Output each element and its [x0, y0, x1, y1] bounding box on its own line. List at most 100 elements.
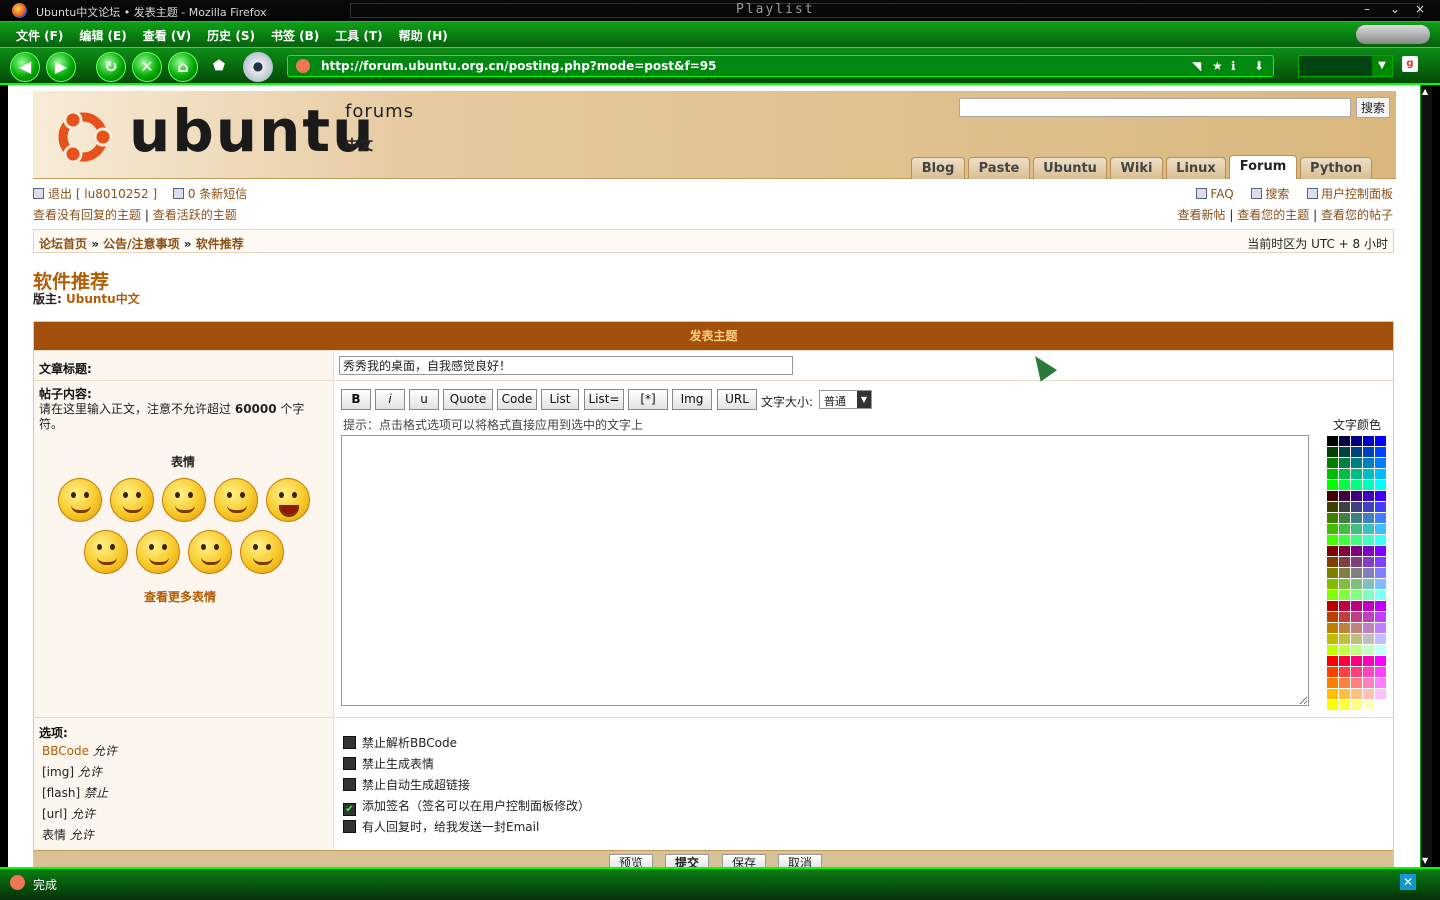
color-swatch[interactable]	[1351, 546, 1362, 556]
emoticon-think-icon[interactable]	[188, 530, 232, 574]
search-dropdown-icon[interactable]: ▼	[1372, 56, 1392, 76]
color-swatch[interactable]	[1375, 623, 1386, 633]
emoticon-dizzy-icon[interactable]	[240, 530, 284, 574]
color-swatch[interactable]	[1375, 689, 1386, 699]
color-swatch[interactable]	[1363, 634, 1374, 644]
menu-file[interactable]: 文件 (F)	[8, 22, 71, 44]
color-swatch[interactable]	[1339, 557, 1350, 567]
color-swatch[interactable]	[1363, 546, 1374, 556]
list-item-button[interactable]: [*]	[628, 389, 668, 410]
ucp-link[interactable]: 用户控制面板	[1321, 187, 1393, 201]
emoticon-grin-icon[interactable]	[136, 530, 180, 574]
emoticon-giggle-icon[interactable]	[214, 478, 258, 522]
color-palette[interactable]	[1327, 436, 1387, 712]
color-swatch[interactable]	[1363, 557, 1374, 567]
underline-button[interactable]: u	[409, 389, 439, 410]
color-swatch[interactable]	[1375, 656, 1386, 666]
logout-link[interactable]: 退出 [ lu8010252 ]	[48, 187, 157, 201]
color-swatch[interactable]	[1339, 634, 1350, 644]
color-swatch[interactable]	[1375, 612, 1386, 622]
go-icon[interactable]: ⬇	[1254, 59, 1268, 73]
color-swatch[interactable]	[1351, 656, 1362, 666]
color-swatch[interactable]	[1351, 601, 1362, 611]
color-swatch[interactable]	[1363, 667, 1374, 677]
color-swatch[interactable]	[1327, 480, 1338, 490]
color-swatch[interactable]	[1363, 469, 1374, 479]
color-swatch[interactable]	[1327, 634, 1338, 644]
more-emoticons-link[interactable]: 查看更多表情	[144, 588, 216, 605]
color-swatch[interactable]	[1339, 568, 1350, 578]
tab-blog[interactable]: Blog	[911, 157, 965, 179]
color-swatch[interactable]	[1363, 535, 1374, 545]
color-swatch[interactable]	[1339, 469, 1350, 479]
url-button[interactable]: URL	[717, 389, 757, 410]
color-swatch[interactable]	[1339, 436, 1350, 446]
color-swatch[interactable]	[1351, 568, 1362, 578]
color-swatch[interactable]	[1339, 689, 1350, 699]
checkbox[interactable]	[343, 736, 356, 749]
pm-link[interactable]: 0 条新短信	[188, 187, 247, 201]
color-swatch[interactable]	[1351, 623, 1362, 633]
url-bar[interactable]: http://forum.ubuntu.org.cn/posting.php?m…	[287, 55, 1274, 77]
search-link[interactable]: 搜索	[1265, 187, 1289, 201]
color-swatch[interactable]	[1375, 667, 1386, 677]
color-swatch[interactable]	[1363, 656, 1374, 666]
tab-ubuntu[interactable]: Ubuntu	[1033, 157, 1107, 179]
moderator-link[interactable]: Ubuntu中文	[66, 292, 140, 306]
tab-forum[interactable]: Forum	[1229, 155, 1297, 179]
tab-wiki[interactable]: Wiki	[1110, 157, 1163, 179]
bold-button[interactable]: B	[341, 389, 371, 410]
color-swatch[interactable]	[1339, 590, 1350, 600]
color-swatch[interactable]	[1363, 689, 1374, 699]
color-swatch[interactable]	[1327, 678, 1338, 688]
color-swatch[interactable]	[1375, 458, 1386, 468]
color-swatch[interactable]	[1375, 436, 1386, 446]
list-button[interactable]: List	[541, 389, 579, 410]
tab-paste[interactable]: Paste	[968, 157, 1030, 179]
color-swatch[interactable]	[1327, 491, 1338, 501]
subject-input[interactable]	[339, 356, 793, 375]
italic-button[interactable]: i	[375, 389, 405, 410]
menu-edit[interactable]: 编辑 (E)	[71, 22, 134, 44]
color-swatch[interactable]	[1375, 502, 1386, 512]
color-swatch[interactable]	[1375, 469, 1386, 479]
checkbox[interactable]	[343, 757, 356, 770]
save-button[interactable]: 保存	[722, 854, 766, 867]
color-swatch[interactable]	[1375, 678, 1386, 688]
color-swatch[interactable]	[1375, 645, 1386, 655]
checkbox-disable-smilies[interactable]: 禁止生成表情	[343, 755, 434, 772]
faq-link[interactable]: FAQ	[1210, 187, 1233, 201]
color-swatch[interactable]	[1339, 612, 1350, 622]
color-swatch[interactable]	[1339, 623, 1350, 633]
color-swatch[interactable]	[1327, 436, 1338, 446]
checkbox-checked[interactable]: ✔	[343, 803, 356, 816]
chat-icon[interactable]: ●	[243, 52, 273, 82]
forward-icon[interactable]: ▶	[46, 52, 76, 82]
color-swatch[interactable]	[1327, 502, 1338, 512]
color-swatch[interactable]	[1339, 447, 1350, 457]
color-swatch[interactable]	[1351, 689, 1362, 699]
your-posts-link[interactable]: 查看您的帖子	[1321, 208, 1393, 222]
cancel-button[interactable]: 取消	[778, 854, 822, 867]
color-swatch[interactable]	[1327, 667, 1338, 677]
url-text[interactable]: http://forum.ubuntu.org.cn/posting.php?m…	[321, 59, 716, 73]
color-swatch[interactable]	[1327, 579, 1338, 589]
quote-button[interactable]: Quote	[443, 389, 493, 410]
color-swatch[interactable]	[1327, 590, 1338, 600]
color-swatch[interactable]	[1375, 524, 1386, 534]
color-swatch[interactable]	[1363, 568, 1374, 578]
color-swatch[interactable]	[1327, 557, 1338, 567]
color-swatch[interactable]	[1363, 678, 1374, 688]
checkbox-disable-bbcode[interactable]: 禁止解析BBCode	[343, 734, 457, 751]
color-swatch[interactable]	[1363, 480, 1374, 490]
color-swatch[interactable]	[1339, 502, 1350, 512]
body-textarea[interactable]	[341, 435, 1309, 706]
submit-button[interactable]: 提交	[665, 854, 709, 867]
color-swatch[interactable]	[1339, 491, 1350, 501]
img-button[interactable]: Img	[672, 389, 712, 410]
color-swatch[interactable]	[1351, 590, 1362, 600]
breadcrumb-home[interactable]: 论坛首页	[39, 237, 87, 251]
color-swatch[interactable]	[1363, 447, 1374, 457]
checkbox[interactable]	[343, 820, 356, 833]
color-swatch[interactable]	[1363, 524, 1374, 534]
